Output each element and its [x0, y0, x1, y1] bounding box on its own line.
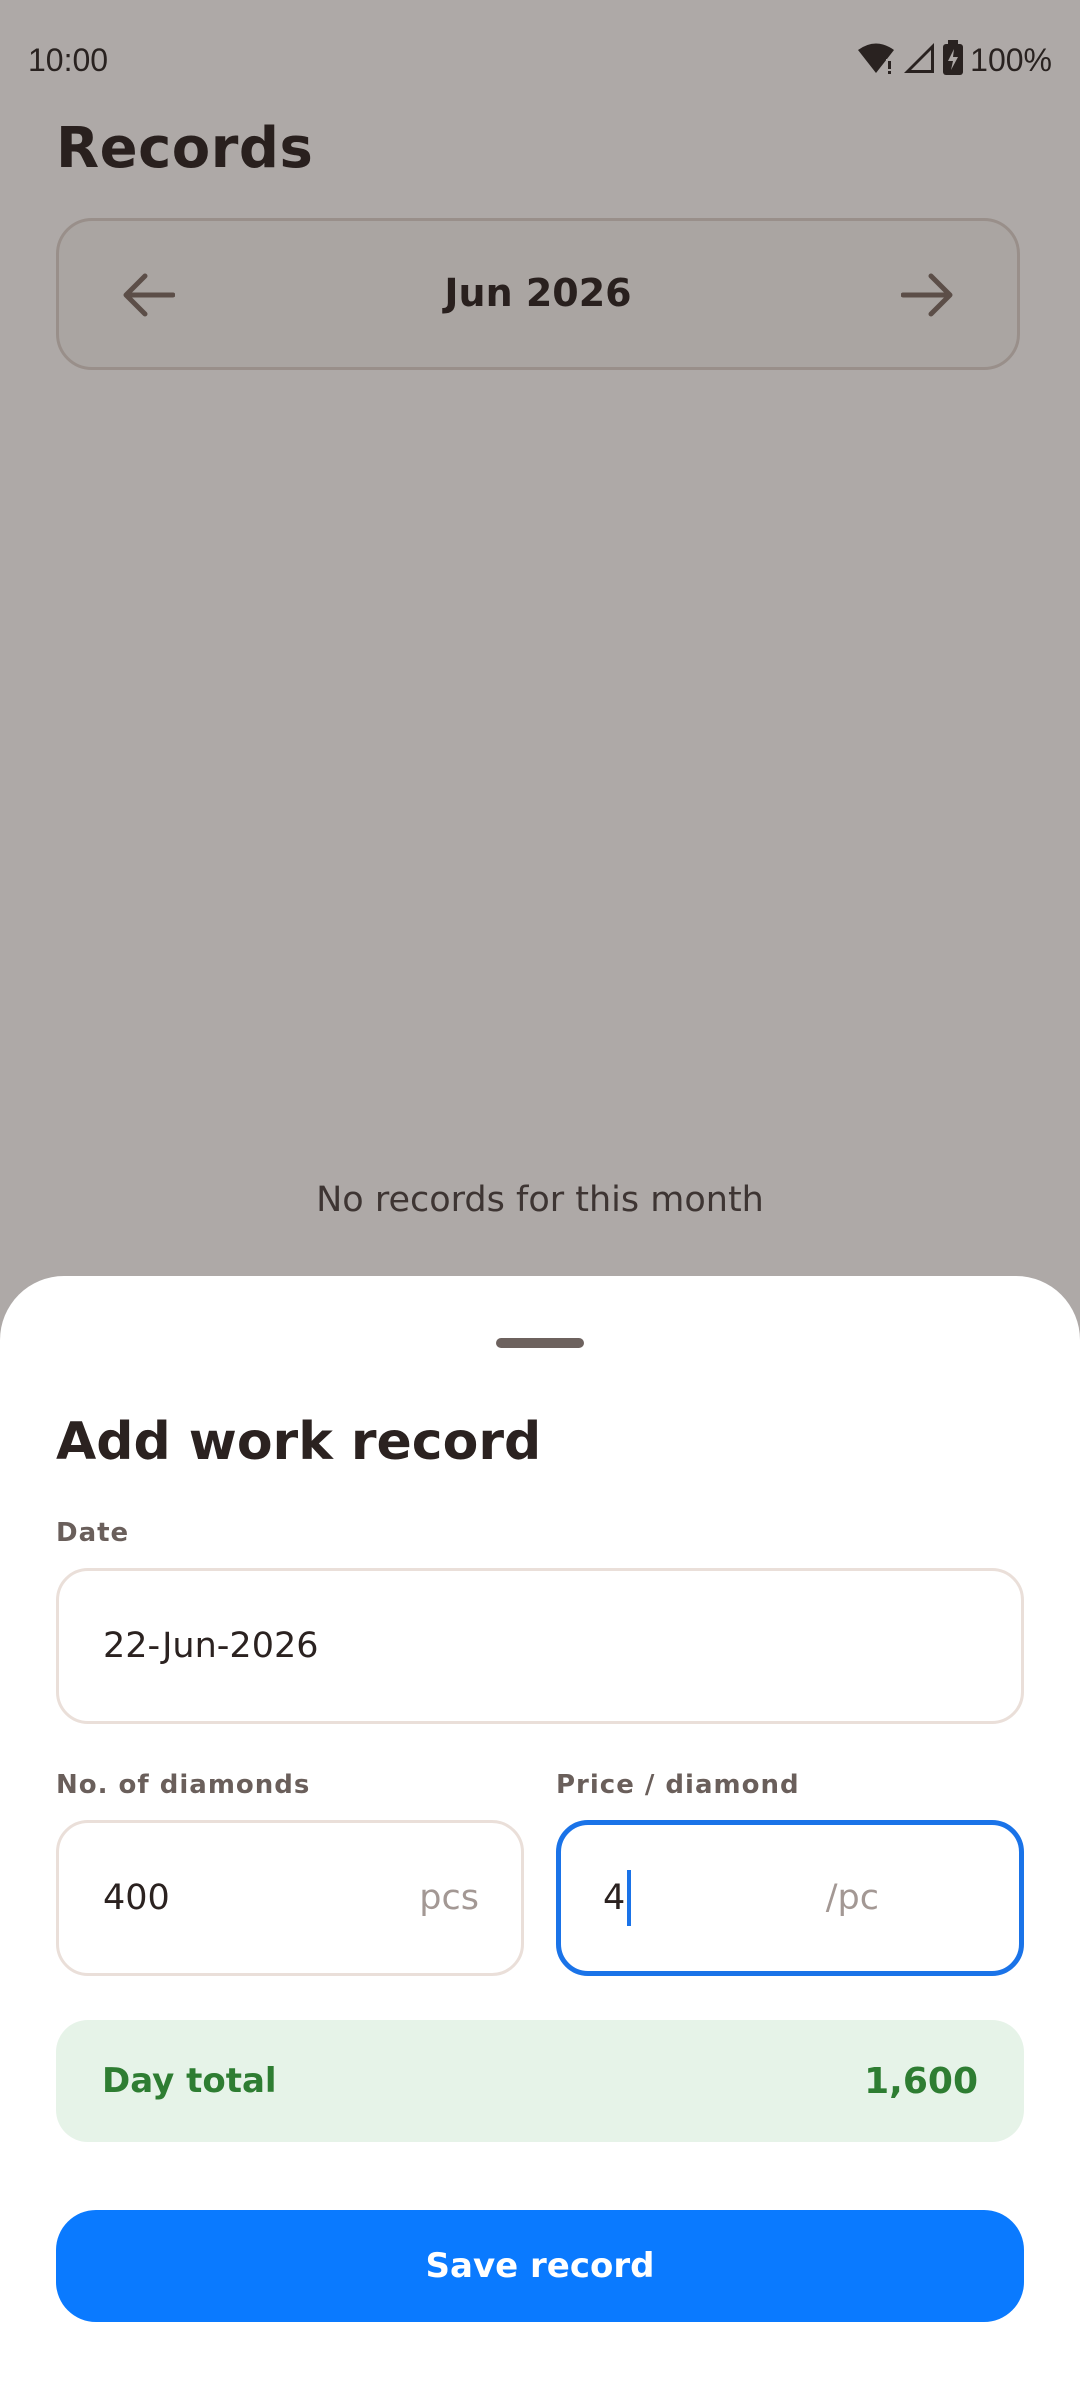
diamonds-input[interactable]: 400 pcs [56, 1820, 524, 1976]
date-field[interactable]: 22-Jun-2026 [56, 1568, 1024, 1724]
add-record-sheet: Add work record Date 22-Jun-2026 No. of … [0, 1276, 1080, 2400]
day-total-label: Day total [102, 2061, 277, 2101]
price-suffix: /pc [825, 1878, 879, 1918]
date-label: Date [56, 1518, 130, 1548]
text-caret [627, 1870, 632, 1926]
diamonds-value: 400 [103, 1878, 170, 1918]
day-total-value: 1,600 [864, 2060, 978, 2102]
sheet-title: Add work record [56, 1412, 542, 1472]
diamonds-label: No. of diamonds [56, 1770, 311, 1800]
date-value: 22-Jun-2026 [103, 1626, 319, 1666]
price-value: 4 [603, 1878, 626, 1918]
day-total-box: Day total 1,600 [56, 2020, 1024, 2142]
drag-handle[interactable] [496, 1338, 584, 1348]
price-label: Price / diamond [556, 1770, 800, 1800]
price-value-wrap: 4 [603, 1825, 632, 1971]
save-record-button[interactable]: Save record [56, 2210, 1024, 2322]
price-input[interactable]: 4 /pc [556, 1820, 1024, 1976]
diamonds-suffix: pcs [419, 1878, 479, 1918]
